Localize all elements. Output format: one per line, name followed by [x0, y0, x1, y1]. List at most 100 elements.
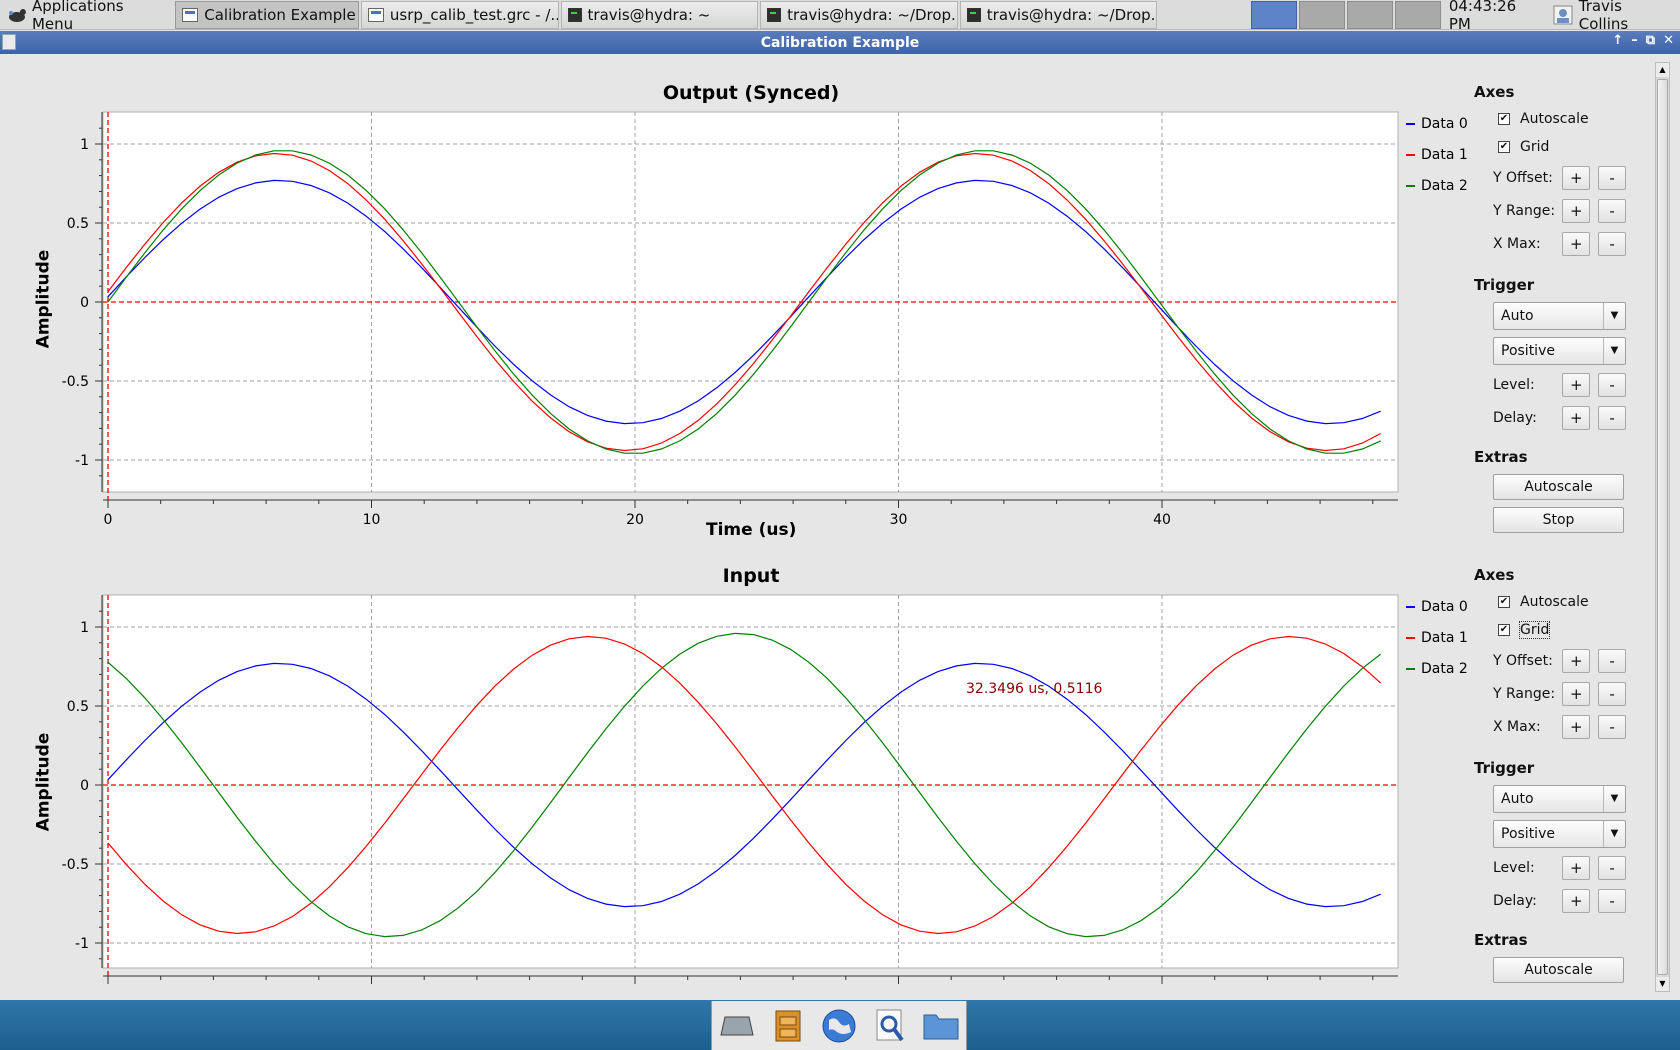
grid-checkbox-row[interactable]: ✔ Grid — [1474, 133, 1634, 161]
y-offset-plus-button[interactable]: + — [1562, 165, 1591, 190]
task-label: usrp_calib_test.grc - /... — [389, 5, 559, 24]
x-tick-label: 20 — [626, 512, 644, 528]
window-title: Calibration Example — [760, 34, 920, 51]
grid-checkbox[interactable]: ✔ — [1498, 624, 1510, 636]
legend-swatch — [1406, 667, 1415, 670]
axes-section-title: Axes — [1474, 83, 1515, 101]
trigger-mode-select[interactable]: Auto ▼ — [1493, 784, 1626, 813]
legend-item-data2[interactable]: Data 2 — [1406, 170, 1468, 201]
vertical-scrollbar[interactable]: ▲ ▼ — [1655, 62, 1670, 992]
autoscale-checkbox[interactable]: ✔ — [1498, 113, 1510, 125]
y-range-plus-button[interactable]: + — [1562, 681, 1591, 706]
autoscale-checkbox-row[interactable]: ✔ Autoscale — [1474, 105, 1634, 133]
y-range-label: Y Range: — [1493, 685, 1556, 702]
task-calibration-example[interactable]: Calibration Example — [175, 0, 359, 29]
stop-button[interactable]: Stop — [1493, 506, 1624, 533]
y-range-plus-button[interactable]: + — [1562, 198, 1591, 223]
workspace-1[interactable] — [1251, 0, 1298, 29]
workspace-2[interactable] — [1299, 0, 1346, 29]
web-browser-icon[interactable] — [820, 1007, 858, 1045]
legend-item-data1[interactable]: Data 1 — [1406, 622, 1468, 653]
autoscale-checkbox-row[interactable]: ✔ Autoscale — [1474, 588, 1634, 616]
autoscale-checkbox[interactable]: ✔ — [1498, 596, 1510, 608]
scroll-down-arrow-icon[interactable]: ▼ — [1656, 977, 1669, 991]
x-tick-label: 40 — [1153, 512, 1171, 528]
folder-icon[interactable] — [922, 1007, 960, 1045]
user-name: Travis Collins — [1578, 0, 1629, 33]
task-label: travis@hydra: ~/Drop... — [986, 5, 1158, 24]
legend-item-data1[interactable]: Data 1 — [1406, 139, 1468, 170]
task-grc-file[interactable]: usrp_calib_test.grc - /... — [360, 0, 559, 29]
trigger-slope-select[interactable]: Positive ▼ — [1493, 819, 1626, 848]
scrollbar-thumb[interactable] — [1657, 79, 1668, 975]
legend-label: Data 2 — [1421, 177, 1468, 194]
trigger-mode-select[interactable]: Auto ▼ — [1493, 301, 1626, 330]
level-plus-button[interactable]: + — [1562, 372, 1591, 397]
level-plus-button[interactable]: + — [1562, 855, 1591, 880]
user-menu[interactable]: Travis Collins — [1549, 0, 1680, 33]
trigger-slope-value: Positive — [1501, 342, 1555, 359]
grid-checkbox[interactable]: ✔ — [1498, 141, 1510, 153]
task-terminal-home[interactable]: travis@hydra: ~ — [560, 0, 759, 29]
task-terminal-dropbox-1[interactable]: travis@hydra: ~/Drop... — [760, 0, 958, 29]
workspace-3[interactable] — [1347, 0, 1393, 29]
trigger-slope-select[interactable]: Positive ▼ — [1493, 336, 1626, 365]
output-plot[interactable]: 1 0.5 0 -0.5 -1 0 10 20 30 40 — [0, 100, 1400, 540]
level-minus-button[interactable]: - — [1598, 372, 1626, 397]
shade-button[interactable]: ↑ — [1612, 33, 1623, 48]
grid-checkbox-row[interactable]: ✔ Grid — [1474, 616, 1634, 644]
task-label: Calibration Example — [204, 5, 356, 24]
legend-label: Data 1 — [1421, 629, 1468, 646]
minimize-button[interactable]: – — [1631, 33, 1638, 48]
x-max-minus-button[interactable]: - — [1598, 231, 1626, 256]
workspace-4[interactable] — [1394, 0, 1441, 29]
legend-item-data0[interactable]: Data 0 — [1406, 108, 1468, 139]
applications-menu[interactable]: Applications Menu — [0, 0, 175, 33]
show-desktop-icon[interactable] — [718, 1007, 756, 1045]
xfce-mouse-icon — [8, 8, 26, 22]
autoscale-checkbox-label: Autoscale — [1520, 594, 1589, 610]
y-offset-minus-button[interactable]: - — [1598, 648, 1626, 673]
maximize-button[interactable]: ⧉ — [1646, 33, 1655, 48]
y-offset-minus-button[interactable]: - — [1598, 165, 1626, 190]
level-label: Level: — [1493, 376, 1535, 393]
y-range-minus-button[interactable]: - — [1598, 198, 1626, 223]
input-plot[interactable]: 1 0.5 0 -0.5 -1 — [0, 583, 1400, 993]
grid-checkbox-label: Grid — [1518, 621, 1551, 639]
window-icon — [182, 7, 199, 22]
task-terminal-dropbox-2[interactable]: travis@hydra: ~/Drop... — [959, 0, 1158, 29]
window-titlebar[interactable]: Calibration Example ↑ – ⧉ ✕ — [0, 31, 1680, 54]
launcher-dock — [711, 1001, 967, 1050]
y-offset-plus-button[interactable]: + — [1562, 648, 1591, 673]
delay-plus-button[interactable]: + — [1562, 888, 1591, 913]
chevron-down-icon: ▼ — [1603, 785, 1625, 812]
search-icon[interactable] — [871, 1007, 909, 1045]
delay-minus-button[interactable]: - — [1598, 888, 1626, 913]
autoscale-button[interactable]: Autoscale — [1493, 473, 1624, 500]
legend-item-data2[interactable]: Data 2 — [1406, 653, 1468, 684]
scroll-up-arrow-icon[interactable]: ▲ — [1656, 63, 1669, 77]
file-cabinet-icon[interactable] — [769, 1007, 807, 1045]
delay-minus-button[interactable]: - — [1598, 405, 1626, 430]
x-max-plus-button[interactable]: + — [1562, 714, 1591, 739]
trigger-section-title: Trigger — [1474, 759, 1535, 777]
stop-button-partial[interactable] — [1493, 989, 1624, 990]
user-icon — [1553, 5, 1573, 24]
legend-item-data0[interactable]: Data 0 — [1406, 591, 1468, 622]
y-tick-label: 0 — [80, 295, 89, 311]
top-panel: Applications Menu Calibration Example us… — [0, 0, 1680, 33]
delay-plus-button[interactable]: + — [1562, 405, 1591, 430]
y-range-minus-button[interactable]: - — [1598, 681, 1626, 706]
x-max-minus-button[interactable]: - — [1598, 714, 1626, 739]
window-menu-icon[interactable] — [2, 34, 16, 50]
autoscale-button[interactable]: Autoscale — [1493, 956, 1624, 983]
output-control-panel: Axes ✔ Autoscale ✔ Grid Y Offset: + - Y Rang… — [1474, 79, 1634, 536]
trigger-section-title: Trigger — [1474, 276, 1535, 294]
y-tick-label: 1 — [80, 137, 89, 153]
x-max-label: X Max: — [1493, 235, 1541, 252]
close-button[interactable]: ✕ — [1663, 33, 1674, 48]
grid-checkbox-label: Grid — [1520, 139, 1550, 155]
x-max-plus-button[interactable]: + — [1562, 231, 1591, 256]
clock[interactable]: 04:43:26 PM — [1443, 0, 1549, 33]
level-minus-button[interactable]: - — [1598, 855, 1626, 880]
